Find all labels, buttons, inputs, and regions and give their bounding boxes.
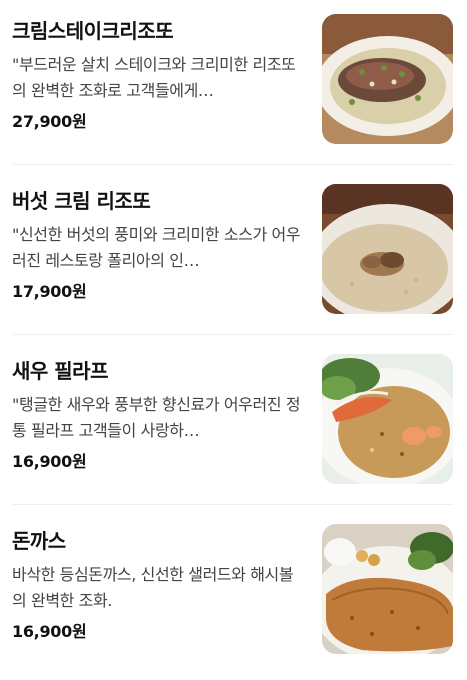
menu-item-name: 새우 필라프 xyxy=(12,359,108,383)
menu-item-image[interactable] xyxy=(322,524,453,654)
menu-item-text: 새우 필라프 "탱글한 새우와 풍부한 향신료가 어우러진 정통 필라프 고객들… xyxy=(12,358,304,474)
menu-item-price: 16,900원 xyxy=(12,452,87,471)
item-divider xyxy=(12,504,453,505)
menu-item-name: 돈까스 xyxy=(12,529,66,553)
menu-list: 크림스테이크리조또 "부드러운 살치 스테이크와 크리미한 리조또의 완벽한 조… xyxy=(0,0,467,674)
menu-item-text: 돈까스 바삭한 등심돈까스, 신선한 샐러드와 해시볼의 완벽한 조화. 16,… xyxy=(12,528,304,644)
menu-item-price: 16,900원 xyxy=(12,622,87,641)
menu-item-text: 버섯 크림 리조또 "신선한 버섯의 풍미와 크리미한 소스가 어우러진 레스토… xyxy=(12,188,304,304)
item-divider xyxy=(12,164,453,165)
menu-item-image[interactable] xyxy=(322,14,453,144)
menu-item-shrimp-pilaf[interactable]: 새우 필라프 "탱글한 새우와 풍부한 향신료가 어우러진 정통 필라프 고객들… xyxy=(0,340,467,510)
shrimp-pilaf-photo xyxy=(322,354,453,484)
menu-item-name: 크림스테이크리조또 xyxy=(12,19,174,43)
menu-item-name: 버섯 크림 리조또 xyxy=(12,189,151,213)
item-divider xyxy=(12,334,453,335)
menu-item-description: 바삭한 등심돈까스, 신선한 샐러드와 해시볼의 완벽한 조화. xyxy=(12,565,294,610)
menu-item-cream-steak-risotto[interactable]: 크림스테이크리조또 "부드러운 살치 스테이크와 크리미한 리조또의 완벽한 조… xyxy=(0,0,467,170)
menu-item-price: 27,900원 xyxy=(12,112,87,131)
pork-cutlet-photo xyxy=(322,524,453,654)
menu-item-text: 크림스테이크리조또 "부드러운 살치 스테이크와 크리미한 리조또의 완벽한 조… xyxy=(12,18,304,134)
menu-item-price: 17,900원 xyxy=(12,282,87,301)
menu-item-image[interactable] xyxy=(322,184,453,314)
menu-item-image[interactable] xyxy=(322,354,453,484)
menu-item-description: "신선한 버섯의 풍미와 크리미한 소스가 어우러진 레스토랑 폴리아의 인… xyxy=(12,225,301,270)
steak-risotto-photo xyxy=(322,14,453,144)
menu-item-description: "탱글한 새우와 풍부한 향신료가 어우러진 정통 필라프 고객들이 사랑하… xyxy=(12,395,301,440)
menu-item-mushroom-cream-risotto[interactable]: 버섯 크림 리조또 "신선한 버섯의 풍미와 크리미한 소스가 어우러진 레스토… xyxy=(0,170,467,340)
menu-item-description: "부드러운 살치 스테이크와 크리미한 리조또의 완벽한 조화로 고객들에게… xyxy=(12,55,296,100)
menu-item-pork-cutlet[interactable]: 돈까스 바삭한 등심돈까스, 신선한 샐러드와 해시볼의 완벽한 조화. 16,… xyxy=(0,510,467,680)
mushroom-risotto-photo xyxy=(322,184,453,314)
